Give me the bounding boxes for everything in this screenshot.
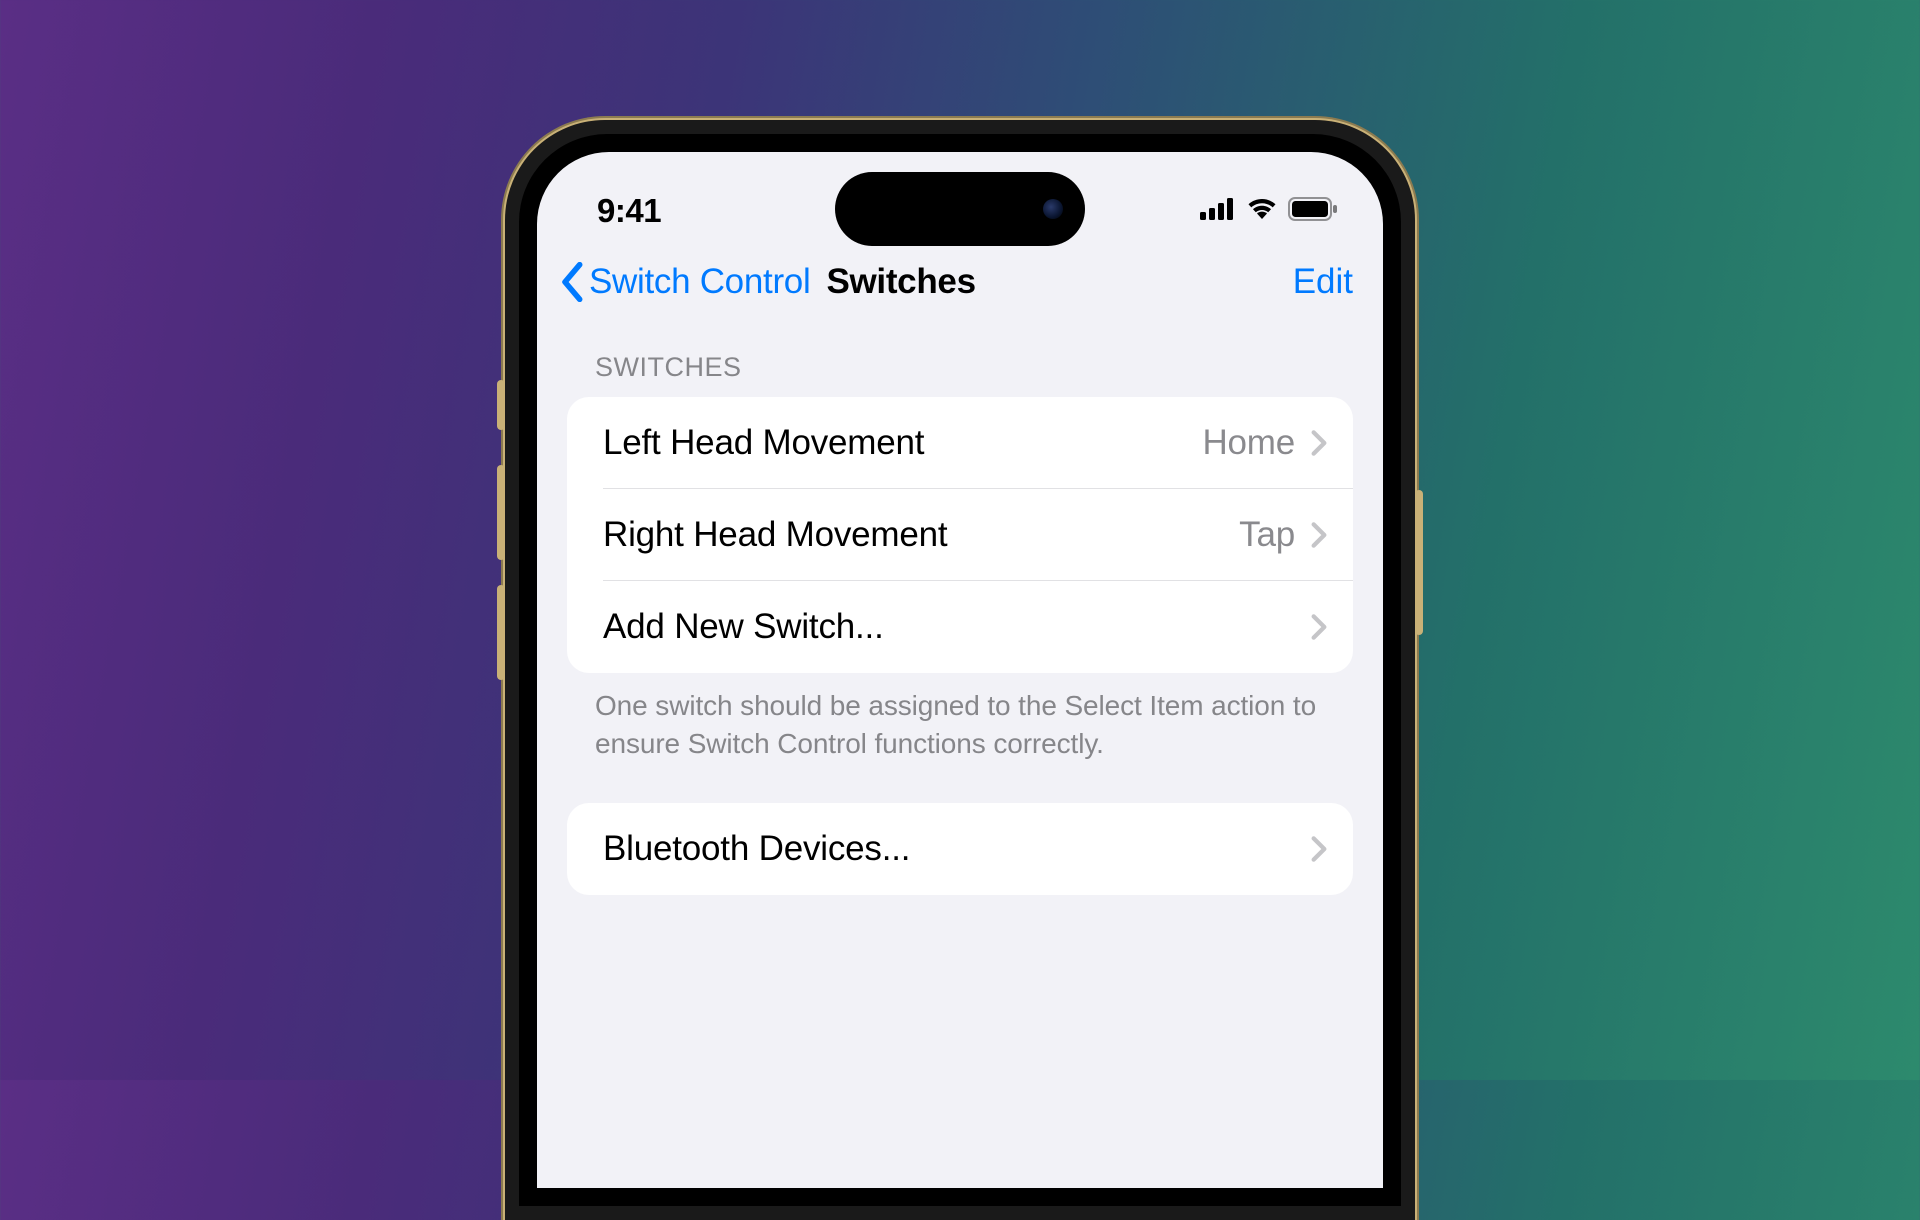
dynamic-island bbox=[835, 172, 1085, 246]
wifi-icon bbox=[1246, 197, 1278, 225]
side-button bbox=[497, 380, 505, 430]
phone-bezel: 9:41 bbox=[519, 134, 1401, 1206]
row-label: Right Head Movement bbox=[603, 515, 1239, 555]
chevron-right-icon bbox=[1311, 835, 1327, 863]
row-value: Home bbox=[1202, 423, 1295, 463]
volume-up-button bbox=[497, 465, 505, 560]
switch-row-left-head[interactable]: Left Head Movement Home bbox=[567, 397, 1353, 489]
section-footer-switches: One switch should be assigned to the Sel… bbox=[567, 673, 1353, 803]
status-time: 9:41 bbox=[597, 192, 661, 230]
power-button bbox=[1415, 490, 1423, 635]
page-title: Switches bbox=[826, 262, 975, 302]
chevron-left-icon bbox=[559, 262, 587, 302]
row-label: Add New Switch... bbox=[603, 607, 1311, 647]
bluetooth-devices-row[interactable]: Bluetooth Devices... bbox=[567, 803, 1353, 895]
row-label: Left Head Movement bbox=[603, 423, 1202, 463]
front-camera-icon bbox=[1043, 199, 1063, 219]
chevron-right-icon bbox=[1311, 613, 1327, 641]
cellular-signal-icon bbox=[1200, 198, 1236, 225]
switch-row-right-head[interactable]: Right Head Movement Tap bbox=[567, 489, 1353, 581]
navigation-bar: Switch Control Switches Edit bbox=[537, 252, 1383, 322]
switches-list: Left Head Movement Home Right Head Movem… bbox=[567, 397, 1353, 673]
row-value: Tap bbox=[1239, 515, 1295, 555]
chevron-right-icon bbox=[1311, 521, 1327, 549]
chevron-right-icon bbox=[1311, 429, 1327, 457]
phone-frame: 9:41 bbox=[505, 120, 1415, 1220]
screen: 9:41 bbox=[537, 152, 1383, 1188]
edit-button[interactable]: Edit bbox=[1293, 262, 1353, 302]
back-label: Switch Control bbox=[589, 262, 810, 302]
volume-down-button bbox=[497, 585, 505, 680]
bluetooth-list: Bluetooth Devices... bbox=[567, 803, 1353, 895]
status-icons bbox=[1200, 197, 1338, 226]
battery-icon bbox=[1288, 197, 1338, 226]
back-button[interactable]: Switch Control Switches bbox=[559, 262, 1293, 302]
row-label: Bluetooth Devices... bbox=[603, 829, 1311, 869]
section-header-switches: SWITCHES bbox=[567, 352, 1353, 397]
content: SWITCHES Left Head Movement Home Right H… bbox=[537, 322, 1383, 895]
add-new-switch-row[interactable]: Add New Switch... bbox=[567, 581, 1353, 673]
